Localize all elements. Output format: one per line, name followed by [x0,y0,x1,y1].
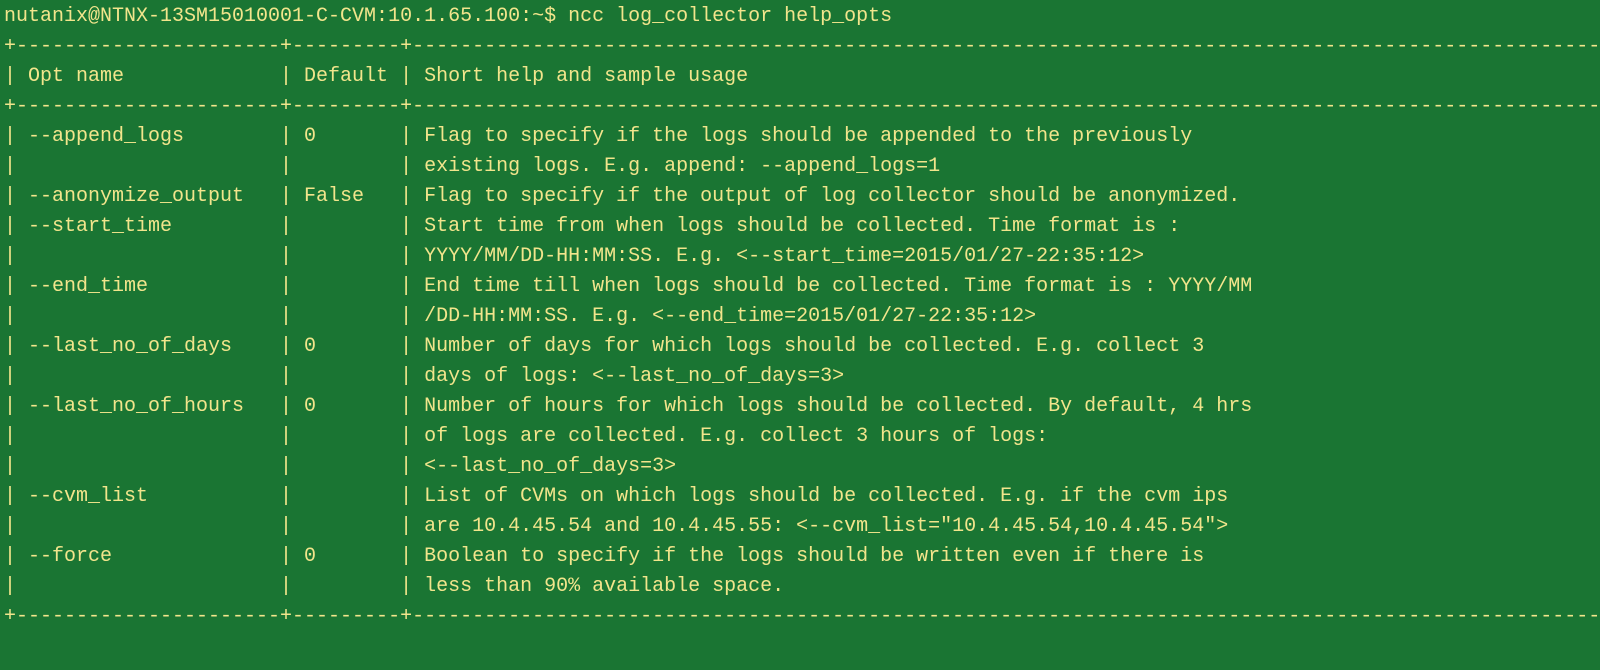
terminal-output: nutanix@NTNX-13SM15010001-C-CVM:10.1.65.… [0,0,1600,634]
